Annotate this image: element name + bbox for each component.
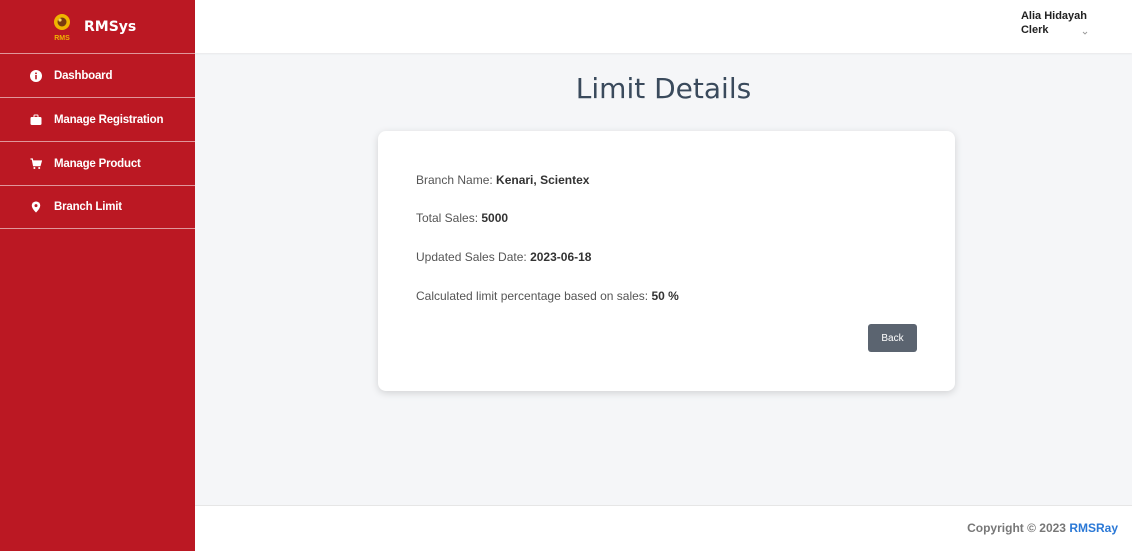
branch-name-value: Kenari, Scientex	[496, 173, 590, 187]
total-sales-label: Total Sales:	[416, 211, 482, 225]
branch-name-row: Branch Name: Kenari, Scientex	[416, 173, 589, 187]
user-role: Clerk	[1020, 24, 1049, 36]
copyright: Copyright © 2023 RMSRay	[967, 521, 1118, 535]
user-name: Alia Hidayah	[1020, 10, 1087, 22]
limit-percentage-label: Calculated limit percentage based on sal…	[416, 289, 652, 303]
sidebar-item-manage-product[interactable]: Manage Product	[0, 141, 195, 185]
app-name: RMSys	[84, 18, 137, 35]
sidebar-item-label: Branch Limit	[54, 201, 122, 213]
total-sales-value: 5000	[481, 211, 509, 225]
updated-date-value: 2023-06-18	[530, 250, 592, 264]
sidebar-item-manage-registration[interactable]: Manage Registration	[0, 97, 195, 141]
sidebar-item-label: Manage Registration	[54, 113, 164, 126]
briefcase-icon	[30, 114, 42, 125]
info-icon	[30, 69, 42, 82]
user-menu[interactable]: Alia Hidayah Clerk	[1021, 9, 1087, 37]
sidebar-item-branch-limit[interactable]: Branch Limit	[0, 185, 195, 229]
footer: Copyright © 2023 RMSRay	[195, 505, 1132, 551]
limit-details-card: Branch Name: Kenari, Scientex Total Sale…	[378, 131, 955, 391]
limit-percentage-row: Calculated limit percentage based on sal…	[416, 289, 679, 303]
logo-text: RMS	[54, 35, 70, 42]
sidebar-item-label: Manage Product	[54, 157, 141, 170]
copyright-text: Copyright © 2023	[967, 521, 1070, 535]
sidebar-item-label: Dashboard	[54, 69, 113, 82]
updated-date-row: Updated Sales Date: 2023-06-18	[416, 250, 591, 264]
topbar: Alia Hidayah Clerk	[195, 0, 1132, 53]
map-pin-icon	[31, 201, 41, 213]
chevron-down-icon[interactable]	[1082, 30, 1088, 36]
total-sales-row: Total Sales: 5000	[416, 211, 508, 225]
footer-brand-link[interactable]: RMSRay	[1069, 521, 1118, 535]
page-title: Limit Details	[575, 72, 752, 105]
sidebar: RMS RMSys Dashboard Manage Registration …	[0, 0, 195, 551]
branch-name-label: Branch Name:	[416, 173, 497, 187]
back-button[interactable]: Back	[868, 324, 917, 352]
cart-icon	[30, 157, 42, 169]
brand[interactable]: RMS RMSys	[0, 0, 195, 53]
sidebar-item-dashboard[interactable]: Dashboard	[0, 53, 195, 97]
rms-logo-icon: RMS	[50, 11, 74, 43]
limit-percentage-value: 50 %	[651, 289, 679, 303]
updated-date-label: Updated Sales Date:	[416, 250, 531, 264]
